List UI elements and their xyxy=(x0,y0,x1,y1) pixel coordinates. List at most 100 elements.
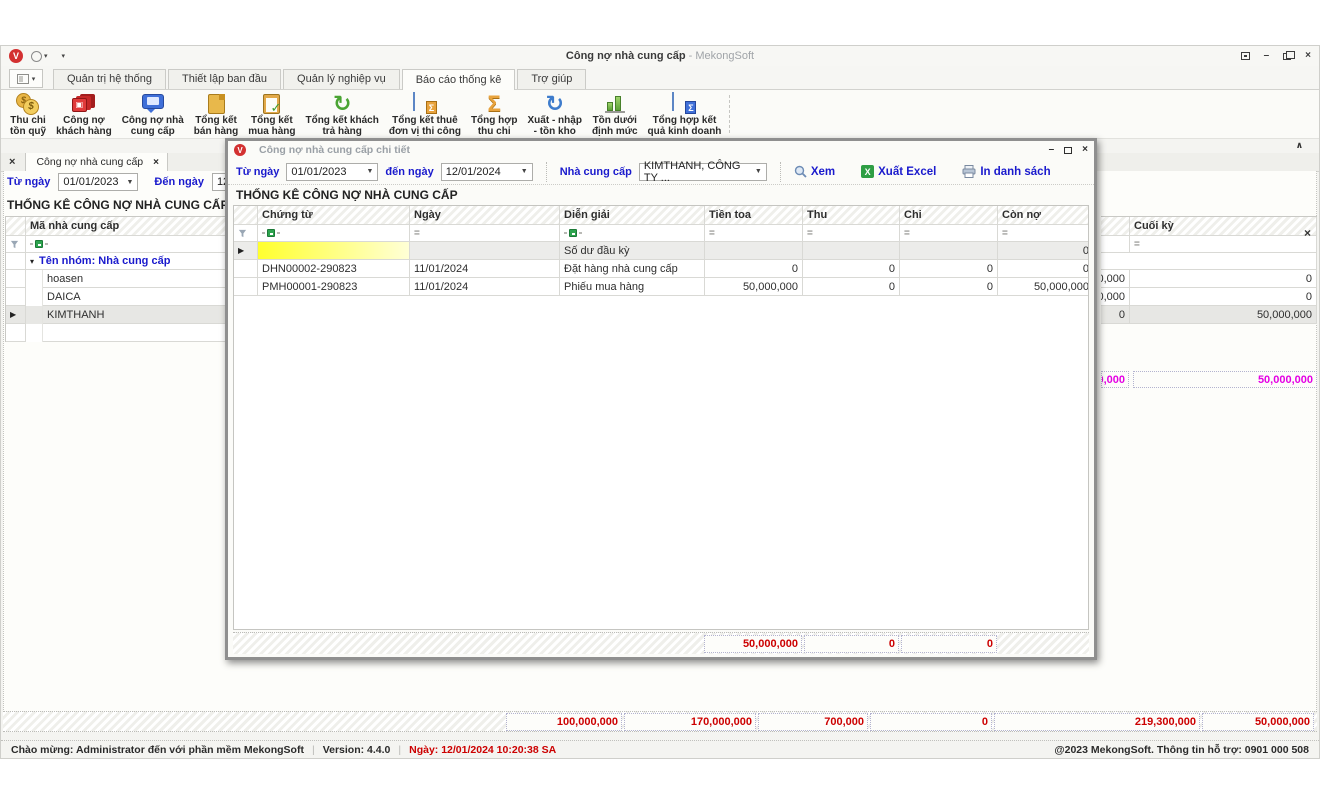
row-header[interactable] xyxy=(6,324,26,342)
toolbar-item-cong-no-nha-cung-cap[interactable]: Công nợ nhà cung cấp xyxy=(117,90,189,138)
view-button[interactable]: Xem xyxy=(794,165,835,178)
filter-cell-dien-giai[interactable] xyxy=(560,225,705,242)
toolbar-item-xuat-nhap-ton-kho[interactable]: ↻ Xuất - nhập - tồn kho xyxy=(523,90,587,138)
dialog-from-date-combo[interactable]: 01/01/2023▼ xyxy=(286,163,378,181)
close-icon[interactable]: × xyxy=(1305,51,1311,61)
column-header-ngay[interactable]: Ngày xyxy=(410,206,560,225)
doc-tab-close-icon[interactable]: × xyxy=(153,157,159,168)
cell-dien-giai[interactable]: Đặt hàng nhà cung cấp xyxy=(560,260,705,278)
group-row[interactable]: ▾Tên nhóm: Nhà cung cấp xyxy=(26,253,226,270)
toolbar-item-tong-hop-thu-chi[interactable]: Σ Tổng hợp thu chi xyxy=(466,90,523,138)
doc-tab-cong-no-nha-cung-cap[interactable]: Công nợ nhà cung cấp × xyxy=(25,152,168,171)
dialog-close-icon[interactable]: × xyxy=(1082,145,1088,155)
cell-cuoi-ky[interactable]: 0 xyxy=(1130,270,1317,288)
toolbar-item-thu-chi-ton-quy[interactable]: $$ Thu chi tồn quỹ xyxy=(5,90,51,138)
close-all-tabs-icon[interactable]: × xyxy=(9,156,15,168)
cell-ngay[interactable]: 11/01/2024 xyxy=(410,260,560,278)
export-excel-button[interactable]: X Xuất Excel xyxy=(861,165,936,178)
supplier-row-daica[interactable]: DAICA xyxy=(43,288,226,306)
group-expand-icon[interactable]: ▾ xyxy=(30,257,34,266)
cell-con-no[interactable]: 0 xyxy=(998,242,1089,260)
filter-cell[interactable]: = xyxy=(1130,236,1317,253)
filter-funnel-icon xyxy=(10,240,19,249)
detail-row-opening-balance[interactable]: ▶ Số dư đầu kỳ 0 xyxy=(234,242,1088,260)
cell-chung-tu[interactable]: DHN00002-290823 xyxy=(258,260,410,278)
tab-quan-tri-he-thong[interactable]: Quản trị hệ thống xyxy=(53,69,166,89)
chevron-up-icon[interactable]: ∧ xyxy=(1296,140,1303,151)
print-list-button[interactable]: In danh sách xyxy=(962,165,1050,178)
supplier-grid-left: Mã nhà cung cấp ▾Tên nhóm: Nhà cung cấp … xyxy=(5,216,226,342)
cell-chi[interactable]: 0 xyxy=(900,260,998,278)
fullscreen-icon[interactable] xyxy=(1241,52,1250,60)
toolbar-item-ton-duoi-dinh-muc[interactable]: Tồn dưới định mức xyxy=(587,90,643,138)
dialog-to-date-combo[interactable]: 12/01/2024▼ xyxy=(441,163,533,181)
row-header-selected[interactable]: ▶ xyxy=(6,306,26,324)
column-header-thu[interactable]: Thu xyxy=(803,206,900,225)
dialog-maximize-icon[interactable] xyxy=(1064,147,1072,154)
ribbon-tab-strip: ▾ Quản trị hệ thống Thiết lập ban đầu Qu… xyxy=(1,66,1319,90)
column-header-ma-nha-cung-cap[interactable]: Mã nhà cung cấp xyxy=(26,217,226,236)
restore-icon[interactable] xyxy=(1283,53,1291,60)
toolbar-item-tong-ket-thue-don-vi-thi-cong[interactable]: Σ Tổng kết thuê đơn vị thi công xyxy=(384,90,466,138)
toolbar-item-tong-ket-khach-tra-hang[interactable]: ↻ Tổng kết khách trả hàng xyxy=(300,90,383,138)
cell-partial[interactable]: 0 xyxy=(1101,306,1130,324)
cell-dien-giai[interactable]: Phiếu mua hàng xyxy=(560,278,705,296)
panel-close-icon[interactable]: × xyxy=(1304,226,1311,240)
filter-cell-ngay[interactable]: = xyxy=(410,225,560,242)
cell-thu[interactable]: 0 xyxy=(803,278,900,296)
cell-tien-toa[interactable]: 0 xyxy=(705,260,803,278)
tab-thiet-lap-ban-dau[interactable]: Thiết lập ban đầu xyxy=(168,69,281,89)
cell-chi[interactable] xyxy=(900,242,998,260)
column-header-partial[interactable] xyxy=(1101,217,1130,236)
filter-cell-con-no[interactable]: = xyxy=(998,225,1089,242)
app-menu-button[interactable]: ▾ xyxy=(9,69,43,88)
from-date-combo[interactable]: 01/01/2023▼ xyxy=(58,173,138,191)
tab-tro-giup[interactable]: Trợ giúp xyxy=(517,69,586,89)
cell-cuoi-ky[interactable]: 50,000,000 xyxy=(1130,306,1317,324)
cell-con-no[interactable]: 0 xyxy=(998,260,1089,278)
minimize-icon[interactable]: – xyxy=(1264,51,1270,61)
cell-tien-toa[interactable]: 50,000,000 xyxy=(705,278,803,296)
column-header-tien-toa[interactable]: Tiền toa xyxy=(705,206,803,225)
supplier-row-kimthanh[interactable]: KIMTHANH xyxy=(43,306,226,324)
column-header-chung-tu[interactable]: Chứng từ xyxy=(258,206,410,225)
dialog-minimize-icon[interactable]: – xyxy=(1049,145,1055,155)
row-header[interactable] xyxy=(6,288,26,306)
supplier-combo[interactable]: KIMTHANH, CÔNG TY ...▼ xyxy=(639,163,767,181)
cell-dien-giai[interactable]: Số dư đầu kỳ xyxy=(560,242,705,260)
cell-con-no[interactable]: 50,000,000 xyxy=(998,278,1089,296)
toolbar-item-cong-no-khach-hang[interactable]: ▣ Công nợ khách hàng xyxy=(51,90,117,138)
toolbar-item-tong-ket-mua-hang[interactable]: Tổng kết mua hàng xyxy=(243,90,300,138)
filter-cell-chi[interactable]: = xyxy=(900,225,998,242)
cell-ngay[interactable]: 11/01/2024 xyxy=(410,278,560,296)
cell-chi[interactable]: 0 xyxy=(900,278,998,296)
column-header-con-no[interactable]: Còn nợ xyxy=(998,206,1089,225)
detail-row-dhn00002[interactable]: DHN00002-290823 11/01/2024 Đặt hàng nhà … xyxy=(234,260,1088,278)
cell-cuoi-ky[interactable]: 0 xyxy=(1130,288,1317,306)
cell-chung-tu[interactable] xyxy=(258,242,410,260)
cell-tien-toa[interactable] xyxy=(705,242,803,260)
row-header[interactable] xyxy=(6,270,26,288)
filter-cell[interactable] xyxy=(1101,236,1130,253)
cell-thu[interactable] xyxy=(803,242,900,260)
cell-partial[interactable]: 00,000 xyxy=(1101,288,1130,306)
filter-cell-chung-tu[interactable] xyxy=(258,225,410,242)
toolbar-item-tong-ket-ban-hang[interactable]: Tổng kết bán hàng xyxy=(189,90,243,138)
row-header[interactable] xyxy=(6,253,26,270)
cell-thu[interactable]: 0 xyxy=(803,260,900,278)
tab-quan-ly-nghiep-vu[interactable]: Quản lý nghiệp vụ xyxy=(283,69,400,89)
cell-chung-tu[interactable]: PMH00001-290823 xyxy=(258,278,410,296)
column-header-dien-giai[interactable]: Diễn giải xyxy=(560,206,705,225)
column-header-cuoi-ky[interactable]: Cuối kỳ xyxy=(1130,217,1317,236)
detail-row-pmh00001[interactable]: PMH00001-290823 11/01/2024 Phiếu mua hàn… xyxy=(234,278,1088,296)
tab-bao-cao-thong-ke[interactable]: Báo cáo thống kê xyxy=(402,69,516,90)
filter-cell-thu[interactable]: = xyxy=(803,225,900,242)
column-header-chi[interactable]: Chi xyxy=(900,206,998,225)
cell-ngay[interactable] xyxy=(410,242,560,260)
supplier-row-hoasen[interactable]: hoasen xyxy=(43,270,226,288)
filter-cell[interactable] xyxy=(26,236,226,253)
cell-partial[interactable]: 00,000 xyxy=(1101,270,1130,288)
filter-cell-tien-toa[interactable]: = xyxy=(705,225,803,242)
toolbar-item-tong-hop-ket-qua-kinh-doanh[interactable]: Σ Tổng hợp kết quả kinh doanh xyxy=(643,90,727,138)
dialog-titlebar[interactable]: V Công nợ nhà cung cấp chi tiết – × xyxy=(228,141,1094,159)
